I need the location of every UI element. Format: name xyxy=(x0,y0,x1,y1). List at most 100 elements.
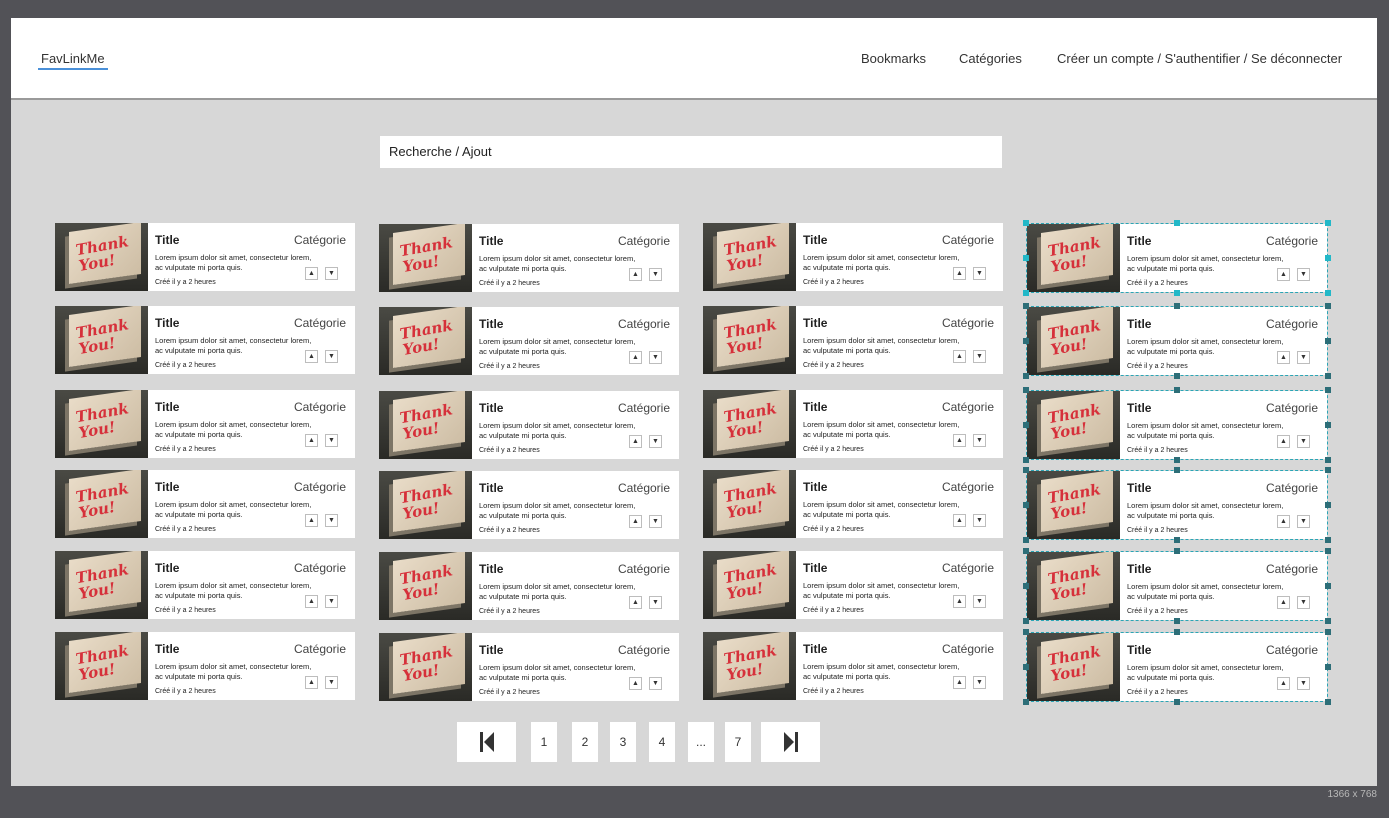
page-button[interactable]: 2 xyxy=(572,722,598,762)
bookmark-card[interactable]: Thank You! Title Catégorie Lorem ipsum dolo… xyxy=(55,632,355,700)
upvote-button[interactable]: ▲ xyxy=(953,434,966,447)
downvote-button[interactable]: ▼ xyxy=(1297,268,1310,281)
bookmark-card[interactable]: Thank You! Title Catégorie Lorem ipsum dolo… xyxy=(703,306,1003,374)
bookmark-title[interactable]: Title xyxy=(479,317,503,331)
downvote-button[interactable]: ▼ xyxy=(325,676,338,689)
downvote-button[interactable]: ▼ xyxy=(325,267,338,280)
upvote-button[interactable]: ▲ xyxy=(1277,677,1290,690)
upvote-button[interactable]: ▲ xyxy=(629,435,642,448)
upvote-button[interactable]: ▲ xyxy=(629,677,642,690)
bookmark-title[interactable]: Title xyxy=(1127,317,1151,331)
brand-link[interactable]: FavLinkMe xyxy=(38,51,108,70)
nav-categories[interactable]: Catégories xyxy=(959,51,1022,66)
search-input[interactable]: Recherche / Ajout xyxy=(380,136,1002,168)
downvote-button[interactable]: ▼ xyxy=(1297,351,1310,364)
bookmark-title[interactable]: Title xyxy=(1127,481,1151,495)
first-page-button[interactable] xyxy=(457,722,516,762)
downvote-button[interactable]: ▼ xyxy=(1297,677,1310,690)
downvote-button[interactable]: ▼ xyxy=(973,514,986,527)
page-button[interactable]: 1 xyxy=(531,722,557,762)
bookmark-category[interactable]: Catégorie xyxy=(1266,481,1318,495)
bookmark-title[interactable]: Title xyxy=(1127,562,1151,576)
bookmark-category[interactable]: Catégorie xyxy=(294,316,346,330)
upvote-button[interactable]: ▲ xyxy=(305,514,318,527)
bookmark-title[interactable]: Title xyxy=(479,401,503,415)
bookmark-category[interactable]: Catégorie xyxy=(942,316,994,330)
bookmark-title[interactable]: Title xyxy=(155,642,179,656)
upvote-button[interactable]: ▲ xyxy=(1277,268,1290,281)
bookmark-card[interactable]: Thank You! Title Catégorie Lorem ipsum dolo… xyxy=(703,470,1003,538)
bookmark-card[interactable]: Thank You! Title Catégorie Lorem ipsum dolo… xyxy=(55,223,355,291)
bookmark-title[interactable]: Title xyxy=(155,561,179,575)
bookmark-card[interactable]: Thank You! Title Catégorie Lorem ipsum dolo… xyxy=(1027,471,1327,539)
bookmark-card[interactable]: Thank You! Title Catégorie Lorem ipsum dolo… xyxy=(379,471,679,539)
bookmark-category[interactable]: Catégorie xyxy=(942,642,994,656)
upvote-button[interactable]: ▲ xyxy=(953,514,966,527)
upvote-button[interactable]: ▲ xyxy=(1277,596,1290,609)
upvote-button[interactable]: ▲ xyxy=(1277,435,1290,448)
bookmark-card[interactable]: Thank You! Title Catégorie Lorem ipsum dolo… xyxy=(55,470,355,538)
bookmark-title[interactable]: Title xyxy=(479,234,503,248)
downvote-button[interactable]: ▼ xyxy=(649,268,662,281)
bookmark-card[interactable]: Thank You! Title Catégorie Lorem ipsum dolo… xyxy=(55,551,355,619)
bookmark-category[interactable]: Catégorie xyxy=(942,400,994,414)
downvote-button[interactable]: ▼ xyxy=(973,267,986,280)
bookmark-title[interactable]: Title xyxy=(803,642,827,656)
bookmark-category[interactable]: Catégorie xyxy=(618,643,670,657)
downvote-button[interactable]: ▼ xyxy=(649,596,662,609)
bookmark-card[interactable]: Thank You! Title Catégorie Lorem ipsum dolo… xyxy=(1027,224,1327,292)
bookmark-title[interactable]: Title xyxy=(155,233,179,247)
bookmark-category[interactable]: Catégorie xyxy=(942,480,994,494)
bookmark-category[interactable]: Catégorie xyxy=(942,233,994,247)
upvote-button[interactable]: ▲ xyxy=(953,267,966,280)
downvote-button[interactable]: ▼ xyxy=(649,677,662,690)
upvote-button[interactable]: ▲ xyxy=(953,350,966,363)
bookmark-card[interactable]: Thank You! Title Catégorie Lorem ipsum dolo… xyxy=(55,306,355,374)
bookmark-card[interactable]: Thank You! Title Catégorie Lorem ipsum dolo… xyxy=(379,224,679,292)
downvote-button[interactable]: ▼ xyxy=(325,514,338,527)
upvote-button[interactable]: ▲ xyxy=(629,351,642,364)
bookmark-card[interactable]: Thank You! Title Catégorie Lorem ipsum dolo… xyxy=(379,633,679,701)
bookmark-card[interactable]: Thank You! Title Catégorie Lorem ipsum dolo… xyxy=(379,552,679,620)
bookmark-card[interactable]: Thank You! Title Catégorie Lorem ipsum dolo… xyxy=(1027,307,1327,375)
downvote-button[interactable]: ▼ xyxy=(649,435,662,448)
page-button[interactable]: 3 xyxy=(610,722,636,762)
bookmark-category[interactable]: Catégorie xyxy=(618,481,670,495)
upvote-button[interactable]: ▲ xyxy=(305,676,318,689)
downvote-button[interactable]: ▼ xyxy=(649,351,662,364)
bookmark-card[interactable]: Thank You! Title Catégorie Lorem ipsum dolo… xyxy=(379,391,679,459)
last-page-button[interactable] xyxy=(761,722,820,762)
bookmark-category[interactable]: Catégorie xyxy=(1266,234,1318,248)
bookmark-title[interactable]: Title xyxy=(1127,401,1151,415)
bookmark-card[interactable]: Thank You! Title Catégorie Lorem ipsum dolo… xyxy=(703,551,1003,619)
downvote-button[interactable]: ▼ xyxy=(973,676,986,689)
bookmark-category[interactable]: Catégorie xyxy=(294,561,346,575)
bookmark-card[interactable]: Thank You! Title Catégorie Lorem ipsum dolo… xyxy=(703,632,1003,700)
upvote-button[interactable]: ▲ xyxy=(953,595,966,608)
downvote-button[interactable]: ▼ xyxy=(973,350,986,363)
bookmark-category[interactable]: Catégorie xyxy=(618,234,670,248)
downvote-button[interactable]: ▼ xyxy=(1297,596,1310,609)
downvote-button[interactable]: ▼ xyxy=(325,350,338,363)
bookmark-title[interactable]: Title xyxy=(479,562,503,576)
bookmark-category[interactable]: Catégorie xyxy=(618,562,670,576)
downvote-button[interactable]: ▼ xyxy=(1297,435,1310,448)
bookmark-title[interactable]: Title xyxy=(803,400,827,414)
page-button[interactable]: 7 xyxy=(725,722,751,762)
bookmark-title[interactable]: Title xyxy=(803,233,827,247)
bookmark-category[interactable]: Catégorie xyxy=(942,561,994,575)
bookmark-card[interactable]: Thank You! Title Catégorie Lorem ipsum dolo… xyxy=(1027,552,1327,620)
bookmark-card[interactable]: Thank You! Title Catégorie Lorem ipsum dolo… xyxy=(55,390,355,458)
bookmark-category[interactable]: Catégorie xyxy=(1266,317,1318,331)
bookmark-title[interactable]: Title xyxy=(155,480,179,494)
upvote-button[interactable]: ▲ xyxy=(1277,351,1290,364)
downvote-button[interactable]: ▼ xyxy=(973,595,986,608)
bookmark-card[interactable]: Thank You! Title Catégorie Lorem ipsum dolo… xyxy=(703,223,1003,291)
bookmark-title[interactable]: Title xyxy=(1127,234,1151,248)
bookmark-title[interactable]: Title xyxy=(155,316,179,330)
upvote-button[interactable]: ▲ xyxy=(1277,515,1290,528)
upvote-button[interactable]: ▲ xyxy=(305,595,318,608)
bookmark-title[interactable]: Title xyxy=(803,480,827,494)
upvote-button[interactable]: ▲ xyxy=(953,676,966,689)
bookmark-card[interactable]: Thank You! Title Catégorie Lorem ipsum dolo… xyxy=(1027,633,1327,701)
